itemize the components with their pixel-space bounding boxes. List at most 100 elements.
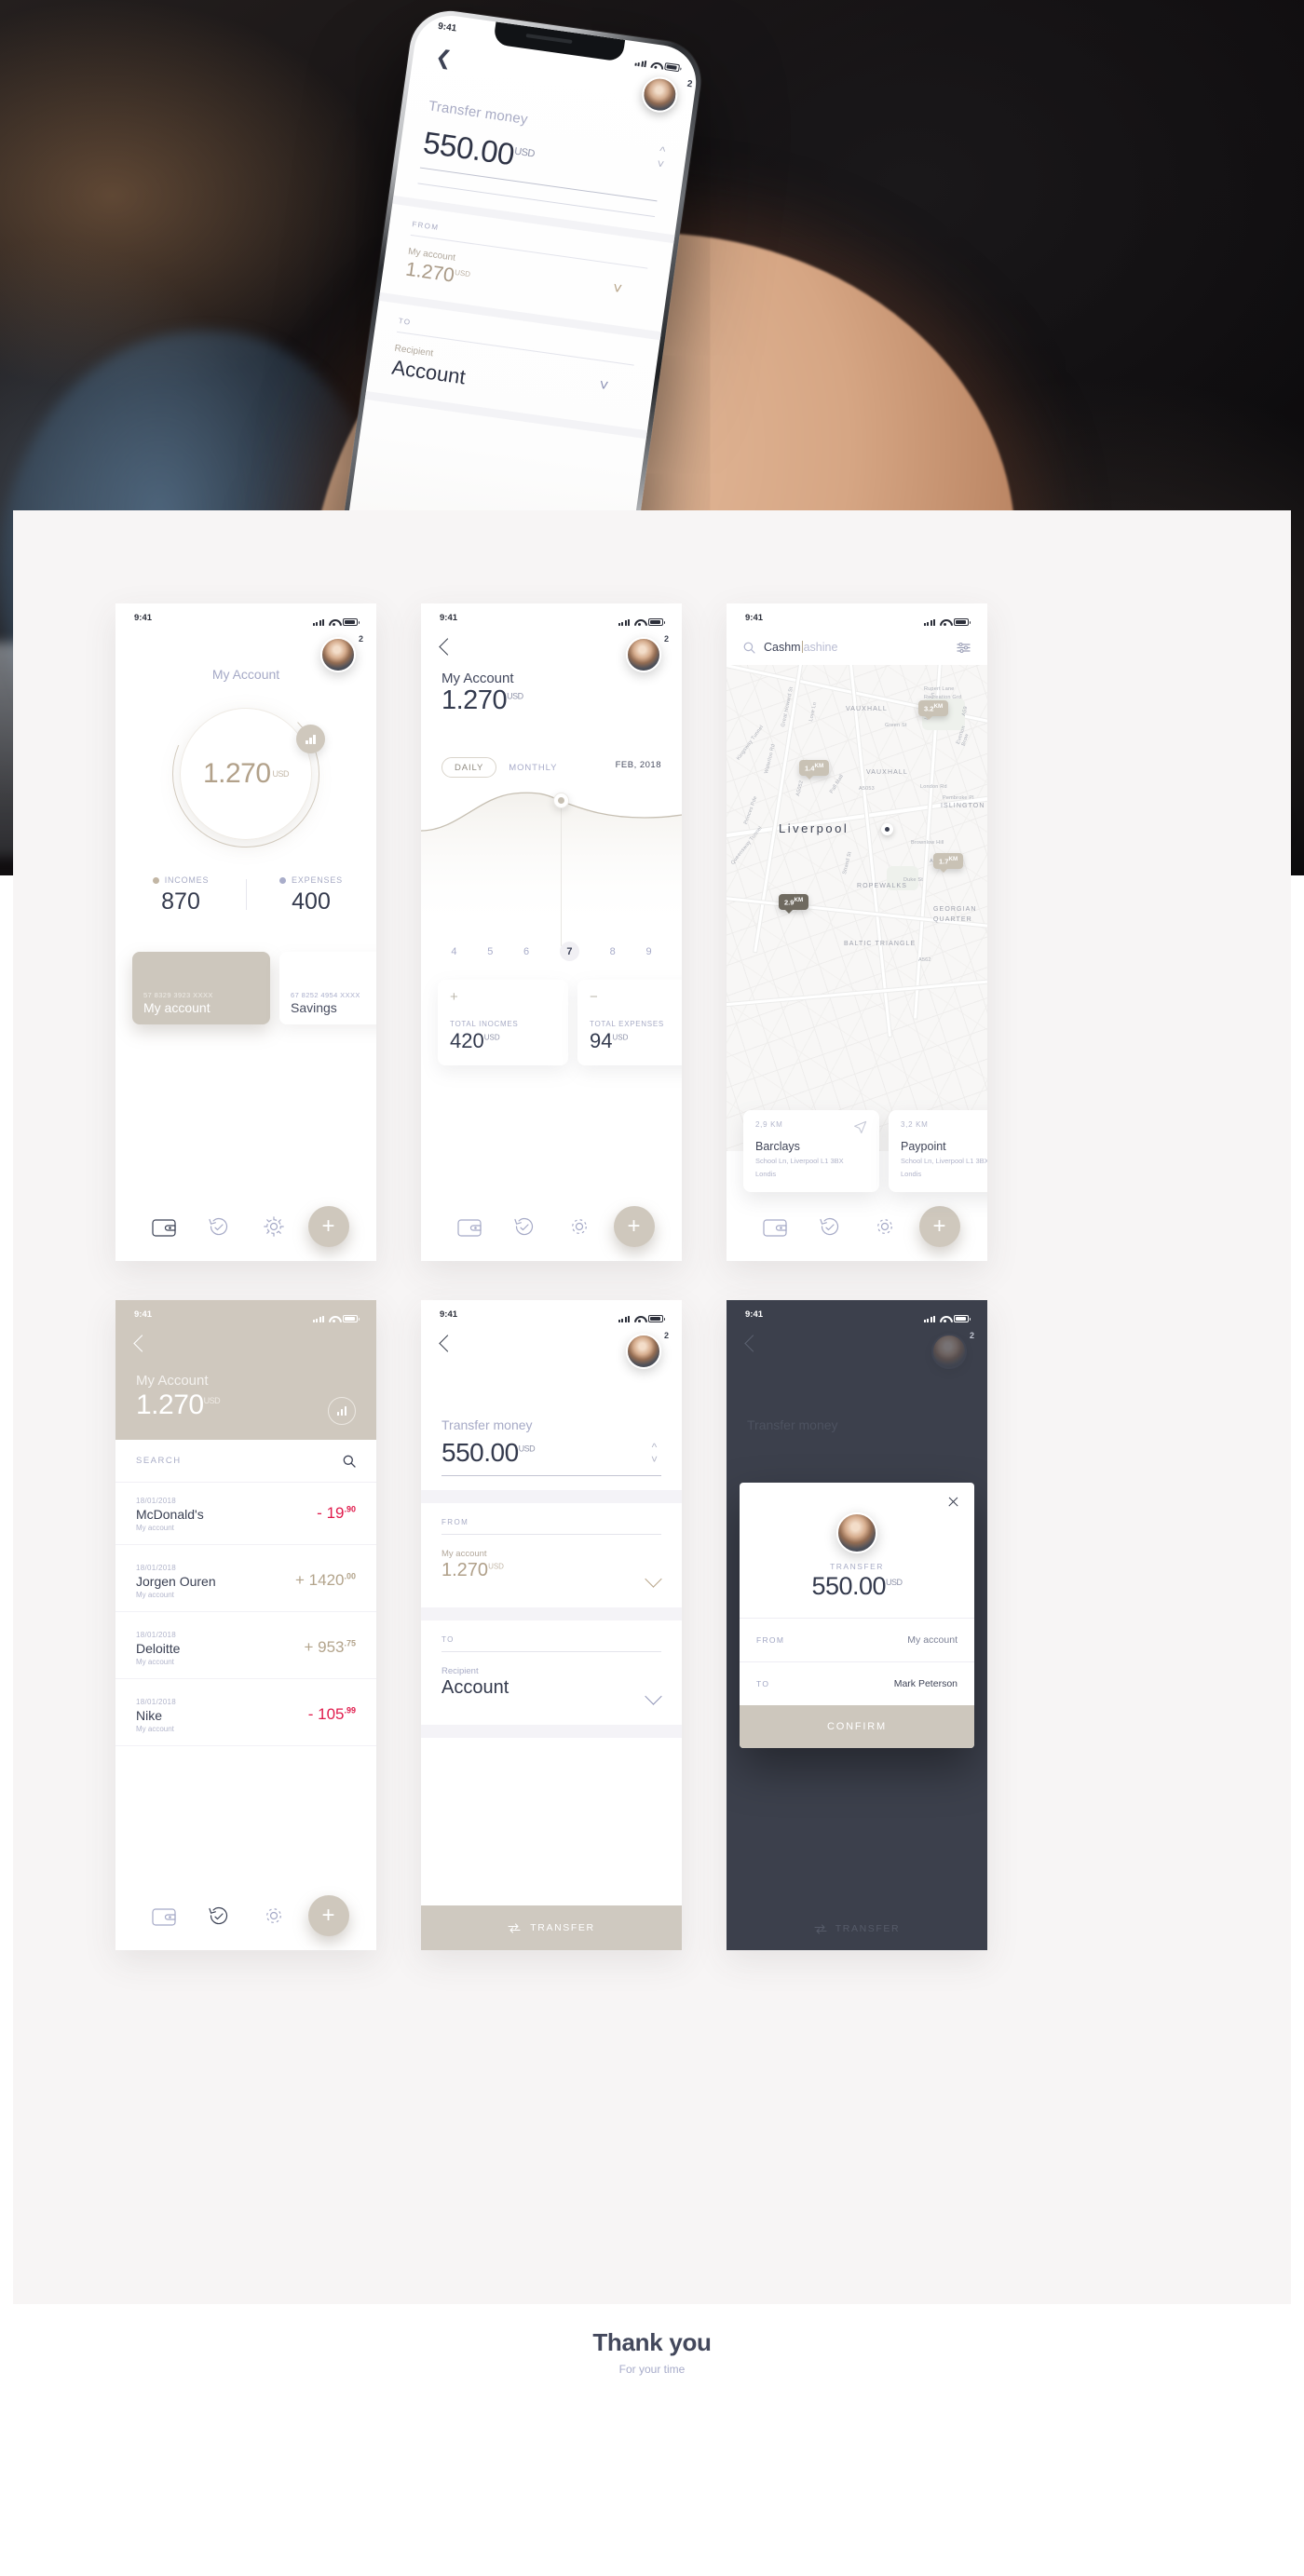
day-9[interactable]: 9	[645, 946, 651, 961]
places-carousel[interactable]: 2,9 KM Barclays School Ln, Liverpool L1 …	[743, 1109, 987, 1192]
day-5[interactable]: 5	[487, 946, 493, 961]
day-6[interactable]: 6	[523, 946, 529, 961]
page-title: My Account	[441, 671, 514, 686]
from-label: FROM	[441, 1518, 469, 1526]
balance-ring: 1.270 USD	[172, 700, 325, 847]
tab-history[interactable]	[191, 1215, 246, 1238]
map-street: Pall Mall	[829, 773, 846, 795]
modal-from-row: FROM My account	[740, 1618, 974, 1661]
tab-settings[interactable]	[246, 1215, 301, 1238]
map-pin-1-4[interactable]: 1.4KM	[799, 760, 830, 779]
tab-wallet[interactable]	[441, 1217, 496, 1237]
search-input[interactable]: Cashm ashine	[764, 641, 837, 654]
chart-knob-handle[interactable]	[553, 793, 569, 808]
day-4[interactable]: 4	[451, 946, 456, 961]
to-section[interactable]: TO Recipient Account	[421, 1620, 682, 1725]
avatar-wrapper[interactable]: 2	[626, 1331, 669, 1369]
status-icons	[312, 613, 360, 626]
table-row[interactable]: 18/01/2018 Deloitte My account + 953.75	[115, 1617, 376, 1679]
back-icon[interactable]	[439, 1335, 456, 1352]
status-icons	[923, 1309, 971, 1322]
footer: Thank you For your time	[0, 2328, 1304, 2376]
tab-settings[interactable]	[246, 1905, 301, 1927]
tab-add[interactable]: +	[912, 1206, 967, 1247]
search-bar[interactable]: SEARCH	[115, 1440, 376, 1483]
amount-stepper[interactable]: ^ ˅	[656, 143, 667, 170]
chart-badge-button[interactable]	[328, 1397, 356, 1425]
close-icon[interactable]	[947, 1496, 959, 1508]
table-row[interactable]: 18/01/2018 Jorgen Ouren My account + 142…	[115, 1550, 376, 1612]
navigate-icon[interactable]	[853, 1120, 867, 1134]
place-card-paypoint[interactable]: 3,2 KM Paypoint School Ln, Liverpool L1 …	[889, 1109, 987, 1192]
map-street: Brownlow Hill	[911, 840, 944, 846]
search-input[interactable]: SEARCH	[136, 1456, 182, 1466]
avatar[interactable]	[626, 637, 661, 672]
table-row[interactable]: 18/01/2018 McDonald's My account - 19.90	[115, 1483, 376, 1545]
avatar-wrapper[interactable]: 2	[931, 1331, 974, 1369]
tab-bar: +	[727, 1192, 987, 1261]
segment-monthly[interactable]: MONTHLY	[509, 763, 557, 773]
place-address-secondary: Londis	[901, 1169, 922, 1178]
tab-history[interactable]	[802, 1215, 857, 1238]
tab-settings[interactable]	[551, 1215, 606, 1238]
back-icon[interactable]	[133, 1335, 151, 1352]
tab-wallet[interactable]	[747, 1217, 802, 1237]
stat-value: 400	[292, 888, 331, 915]
map-street: London Rd	[920, 784, 947, 790]
total-label: TOTAL INOCMES	[450, 1020, 519, 1028]
table-row[interactable]: 18/01/2018 Nike My account - 105.99	[115, 1684, 376, 1746]
day-axis[interactable]: 4 5 6 7 8 9	[421, 942, 682, 961]
filter-icon[interactable]	[957, 642, 971, 654]
place-card-barclays[interactable]: 2,9 KM Barclays School Ln, Liverpool L1 …	[743, 1109, 879, 1192]
signal-icon	[633, 59, 647, 68]
avatar[interactable]	[931, 1334, 967, 1369]
battery-icon	[343, 618, 360, 626]
map-pin-3-2[interactable]: 3.2KM	[918, 700, 949, 719]
tab-add[interactable]: +	[606, 1206, 661, 1247]
transfer-button[interactable]: TRANSFER	[421, 1905, 682, 1950]
segment-daily[interactable]: DAILY	[441, 757, 497, 778]
background-transfer-button[interactable]: TRANSFER	[727, 1907, 987, 1950]
tab-wallet[interactable]	[136, 1217, 191, 1237]
add-button[interactable]: +	[307, 1895, 349, 1936]
confirm-button[interactable]: CONFIRM	[740, 1705, 974, 1748]
modal-amount: 550.00USD	[811, 1572, 903, 1600]
tab-settings[interactable]	[857, 1215, 912, 1238]
amount-value: 550.00USD	[441, 1438, 536, 1467]
stats-row: INCOMES 870 EXPENSES 400	[115, 875, 376, 915]
amount-underline	[441, 1475, 661, 1476]
tab-history[interactable]	[496, 1215, 551, 1238]
map-canvas[interactable]: VAUXHALL VAUXHALL ISLINGTON ROPEWALKS BA…	[727, 665, 987, 1151]
bank-card-my-account[interactable]: 57 8329 3923 XXXX My account	[132, 952, 270, 1024]
status-time: 9:41	[745, 1309, 764, 1320]
status-bar: 9:41	[727, 1309, 987, 1322]
chart-badge-button[interactable]	[296, 725, 325, 753]
avatar[interactable]	[626, 1334, 661, 1369]
map-pin-2-9[interactable]: 2.9KM	[779, 894, 809, 913]
add-button[interactable]: +	[918, 1206, 960, 1247]
avatar-wrapper[interactable]: 2	[626, 634, 669, 672]
from-label: FROM	[756, 1635, 785, 1645]
total-expenses-card[interactable]: − TOTAL EXPENSES 94USD	[577, 980, 682, 1065]
back-icon[interactable]	[439, 638, 456, 656]
tab-add[interactable]: +	[301, 1895, 356, 1936]
cards-carousel[interactable]: 57 8329 3923 XXXX My account 67 8252 495…	[132, 952, 376, 1024]
map-pin-1-7[interactable]: 1.7KM	[933, 853, 964, 872]
total-incomes-card[interactable]: + TOTAL INOCMES 420USD	[438, 980, 568, 1065]
tab-add[interactable]: +	[301, 1206, 356, 1247]
from-section[interactable]: FROM My account 1.270USD	[421, 1503, 682, 1607]
balance-line-chart[interactable]	[421, 782, 682, 946]
day-8[interactable]: 8	[610, 946, 616, 961]
search-bar[interactable]: Cashm ashine	[727, 630, 987, 665]
period-toggle[interactable]: DAILY MONTHLY	[441, 757, 557, 778]
search-icon[interactable]	[343, 1455, 356, 1468]
tab-wallet[interactable]	[136, 1906, 191, 1926]
bank-card-savings[interactable]: 67 8252 4954 XXXX Savings	[279, 952, 376, 1024]
add-button[interactable]: +	[613, 1206, 655, 1247]
tab-history[interactable]	[191, 1905, 246, 1927]
amount-number: 550.00	[421, 125, 517, 172]
amount-stepper[interactable]: ^ ˅	[651, 1441, 658, 1466]
add-button[interactable]: +	[307, 1206, 349, 1247]
plus-icon: +	[450, 989, 458, 1005]
day-7-selected[interactable]: 7	[559, 942, 579, 961]
